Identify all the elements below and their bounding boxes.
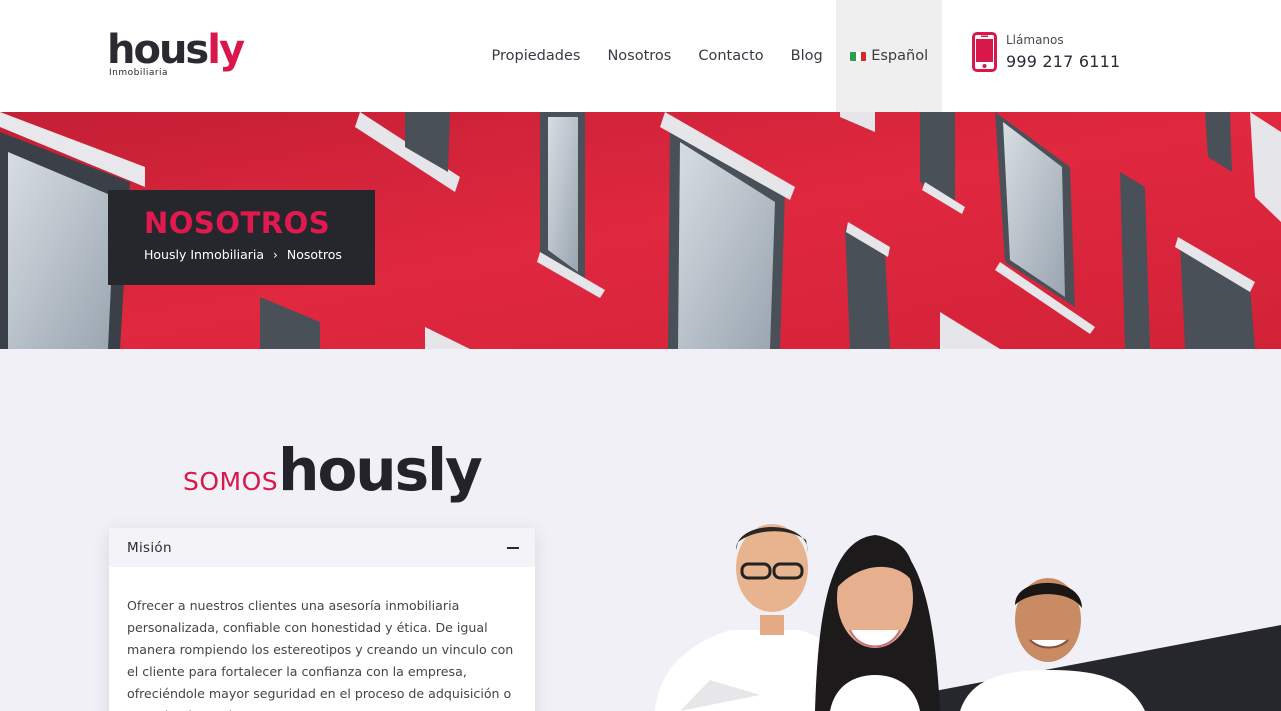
about-heading-big: hously <box>278 436 483 504</box>
chevron-right-icon: › <box>273 247 278 262</box>
phone-contact[interactable]: Llámanos 999 217 6111 <box>972 32 1142 76</box>
accordion-header[interactable]: Misión <box>109 528 535 567</box>
language-label: Español <box>871 48 929 64</box>
accordion-body: Ofrecer a nuestros clientes una asesoría… <box>127 598 514 711</box>
mission-accordion: Misión Ofrecer a nuestros clientes una a… <box>109 528 535 711</box>
phone-number[interactable]: 999 217 6111 <box>1006 52 1120 71</box>
page-title-box: NOSOTROS Hously Inmobiliaria › Nosotros <box>108 190 375 285</box>
hously-logo[interactable]: hously Inmobiliaria <box>107 30 247 84</box>
nav-item-blog[interactable]: Blog <box>777 0 836 112</box>
page-title: NOSOTROS <box>144 206 331 240</box>
site-header: hously Inmobiliaria Propiedades Nosotros… <box>0 0 1281 112</box>
logo-wordmark: hously <box>107 27 245 73</box>
nav-item-propiedades[interactable]: Propiedades <box>478 0 594 112</box>
language-selector[interactable]: Español <box>836 0 943 112</box>
breadcrumb-item-current: Nosotros <box>286 247 342 262</box>
about-heading-small: SOMOS <box>183 467 279 496</box>
minus-icon[interactable] <box>507 546 519 549</box>
nav-item-nosotros[interactable]: Nosotros <box>594 0 685 112</box>
team-photo <box>655 524 1281 711</box>
nav-item-contacto[interactable]: Contacto <box>685 0 777 112</box>
main-nav: Propiedades Nosotros Contacto Blog Españ… <box>478 0 943 112</box>
phone-label: Llámanos <box>1006 33 1064 47</box>
accordion-title: Misión <box>127 539 172 556</box>
breadcrumb: Hously Inmobiliaria › Nosotros <box>144 247 375 262</box>
breadcrumb-item-home[interactable]: Hously Inmobiliaria <box>144 247 264 262</box>
mexico-flag-icon <box>850 51 867 61</box>
about-heading: SOMOS hously <box>183 436 483 504</box>
hero-banner: NOSOTROS Hously Inmobiliaria › Nosotros <box>0 112 1281 349</box>
mobile-phone-icon <box>972 32 997 72</box>
